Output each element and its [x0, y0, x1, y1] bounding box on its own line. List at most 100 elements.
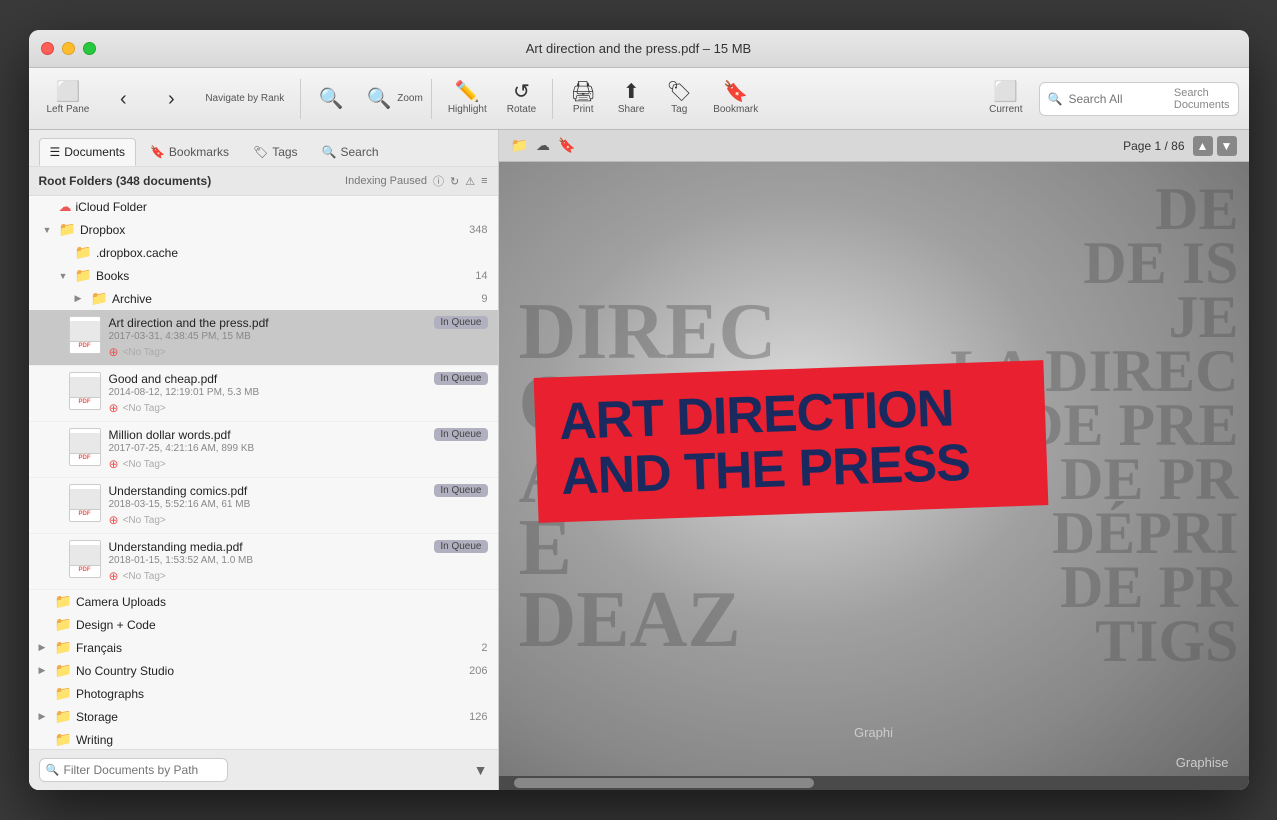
tab-documents-label: Documents: [64, 145, 125, 159]
viewer-bookmark-icon[interactable]: 🔖: [558, 137, 575, 154]
tab-tags[interactable]: 🏷 Tags: [243, 139, 308, 165]
tree-item-archive[interactable]: ▶ 📁 Archive 9: [29, 287, 498, 310]
navigate-text: Navigate by Rank: [205, 93, 284, 104]
tab-search-label: Search: [341, 145, 379, 159]
tag-plus-icon4[interactable]: ⊕: [109, 513, 119, 527]
pdf-thumbnail-good: PDF: [69, 372, 101, 410]
left-pane-button[interactable]: ⬜ Left Pane: [39, 78, 98, 119]
no-country-label: No Country Studio: [76, 664, 457, 678]
queue-badge-good: In Queue: [434, 372, 487, 385]
tab-bookmarks[interactable]: 🔖 Bookmarks: [140, 139, 239, 165]
pdf-meta-comics: 2018-03-15, 5:52:16 AM, 61 MB: [109, 499, 427, 510]
rotate-button[interactable]: ↺ Rotate: [499, 78, 544, 119]
zoom-in-button[interactable]: 🔍: [357, 85, 401, 113]
scrollbar-area[interactable]: [499, 776, 1249, 790]
pdf-meta-art: 2017-03-31, 4:38:45 PM, 15 MB: [109, 331, 427, 342]
tag-plus-icon[interactable]: ⊕: [109, 345, 119, 359]
zoom-in-icon: 🔍: [367, 89, 392, 109]
dropbox-arrow: ▼: [43, 225, 55, 235]
tree-item-books[interactable]: ▼ 📁 Books 14: [29, 264, 498, 287]
viewer-folder-icon[interactable]: 📁: [511, 137, 528, 154]
red-banner: ART DIRECTION AND THE PRESS: [534, 360, 1049, 523]
tab-search[interactable]: 🔍 Search: [312, 139, 389, 165]
current-button[interactable]: ⬜ Current: [981, 78, 1030, 119]
tree-item-dropbox[interactable]: ▼ 📁 Dropbox 348: [29, 218, 498, 241]
navigate-back-button[interactable]: ‹: [101, 85, 145, 113]
pdf-item-art-direction[interactable]: PDF Art direction and the press.pdf 2017…: [29, 310, 498, 366]
pdf-meta-good: 2014-08-12, 12:19:01 PM, 5.3 MB: [109, 387, 427, 398]
page-indicator: Page 1 / 86: [1123, 139, 1184, 153]
tag-label-good: <No Tag>: [123, 403, 166, 414]
dropbox-folder-icon: 📁: [59, 221, 76, 238]
filter-options-icon[interactable]: ▼: [474, 762, 488, 778]
filter-search-icon: 🔍: [46, 764, 60, 777]
print-button[interactable]: 🖨 Print: [561, 78, 605, 119]
tree-item-camera[interactable]: 📁 Camera Uploads: [29, 590, 498, 613]
search-input[interactable]: [1068, 92, 1167, 106]
pdf-item-comics[interactable]: PDF Understanding comics.pdf 2018-03-15,…: [29, 478, 498, 534]
filter-input[interactable]: [39, 758, 228, 782]
warning-icon: ⚠: [465, 175, 475, 188]
design-label: Design + Code: [76, 618, 488, 632]
archive-arrow: ▶: [75, 293, 87, 304]
tab-tags-label: Tags: [272, 145, 297, 159]
pdf-info-comics: Understanding comics.pdf 2018-03-15, 5:5…: [109, 484, 427, 527]
icloud-icon: ☁: [59, 199, 72, 215]
storage-count: 126: [461, 711, 487, 723]
tree-item-design[interactable]: 📁 Design + Code: [29, 613, 498, 636]
menu-icon[interactable]: ≡: [481, 175, 487, 187]
indexing-status: Indexing Paused ⓘ ↻ ⚠ ≡: [345, 173, 487, 189]
pdf-tag-comics: ⊕ <No Tag>: [109, 513, 427, 527]
next-page-button[interactable]: ▼: [1217, 136, 1237, 156]
close-button[interactable]: [41, 42, 54, 55]
pdf-item-million[interactable]: PDF Million dollar words.pdf 2017-07-25,…: [29, 422, 498, 478]
dropbox-count: 348: [461, 224, 487, 236]
tag-label-media: <No Tag>: [123, 571, 166, 582]
bookmark-button[interactable]: 🔖 Bookmark: [705, 78, 766, 119]
tree-item-no-country[interactable]: ▶ 📁 No Country Studio 206: [29, 659, 498, 682]
bookmark-icon: 🔖: [723, 82, 748, 102]
pdf-item-good-cheap[interactable]: PDF Good and cheap.pdf 2014-08-12, 12:19…: [29, 366, 498, 422]
pdf-thumbnail-media: PDF: [69, 540, 101, 578]
maximize-button[interactable]: [83, 42, 96, 55]
tree-item-francais[interactable]: ▶ 📁 Français 2: [29, 636, 498, 659]
info-icon[interactable]: ⓘ: [433, 173, 444, 189]
highlight-button[interactable]: ✏️ Highlight: [440, 78, 495, 119]
tree-item-icloud[interactable]: ☁ iCloud Folder: [29, 196, 498, 218]
tree-item-cache[interactable]: 📁 .dropbox.cache: [29, 241, 498, 264]
dropbox-label: Dropbox: [80, 223, 457, 237]
tag-plus-icon5[interactable]: ⊕: [109, 569, 119, 583]
zoom-out-icon: 🔍: [319, 89, 344, 109]
bottom-text1: Graphi: [854, 725, 893, 740]
current-label: Current: [989, 104, 1022, 115]
pdf-thumbnail-million: PDF: [69, 428, 101, 466]
tag-plus-icon3[interactable]: ⊕: [109, 457, 119, 471]
archive-count: 9: [473, 293, 487, 305]
filter-wrap: 🔍: [39, 758, 466, 782]
tab-bookmarks-label: Bookmarks: [169, 145, 229, 159]
zoom-out-button[interactable]: 🔍: [309, 85, 353, 113]
refresh-icon[interactable]: ↻: [450, 175, 459, 188]
tree-item-photographs[interactable]: 📁 Photographs: [29, 682, 498, 705]
pdf-name-media: Understanding media.pdf: [109, 540, 427, 554]
sep1: [300, 79, 301, 119]
minimize-button[interactable]: [62, 42, 75, 55]
tree-item-writing[interactable]: 📁 Writing: [29, 728, 498, 749]
tag-button[interactable]: 🏷 Tag: [657, 78, 701, 119]
writing-folder-icon: 📁: [55, 731, 72, 748]
pdf-name-art: Art direction and the press.pdf: [109, 316, 427, 330]
navigate-forward-button[interactable]: ›: [149, 85, 193, 113]
francais-label: Français: [76, 641, 469, 655]
prev-page-button[interactable]: ▲: [1193, 136, 1213, 156]
scrollbar-thumb[interactable]: [514, 778, 814, 788]
pdf-item-media[interactable]: PDF Understanding media.pdf 2018-01-15, …: [29, 534, 498, 590]
tree-item-storage[interactable]: ▶ 📁 Storage 126: [29, 705, 498, 728]
share-button[interactable]: ⬆ Share: [609, 78, 653, 119]
pdf-tag-media: ⊕ <No Tag>: [109, 569, 427, 583]
share-icon: ⬆: [623, 82, 640, 102]
francais-count: 2: [473, 642, 487, 654]
tab-documents[interactable]: ☰ Documents: [39, 138, 136, 166]
search-box[interactable]: 🔍 Search Documents: [1039, 82, 1239, 116]
sidebar: ☰ Documents 🔖 Bookmarks 🏷 Tags 🔍 Search: [29, 130, 499, 790]
tag-plus-icon2[interactable]: ⊕: [109, 401, 119, 415]
